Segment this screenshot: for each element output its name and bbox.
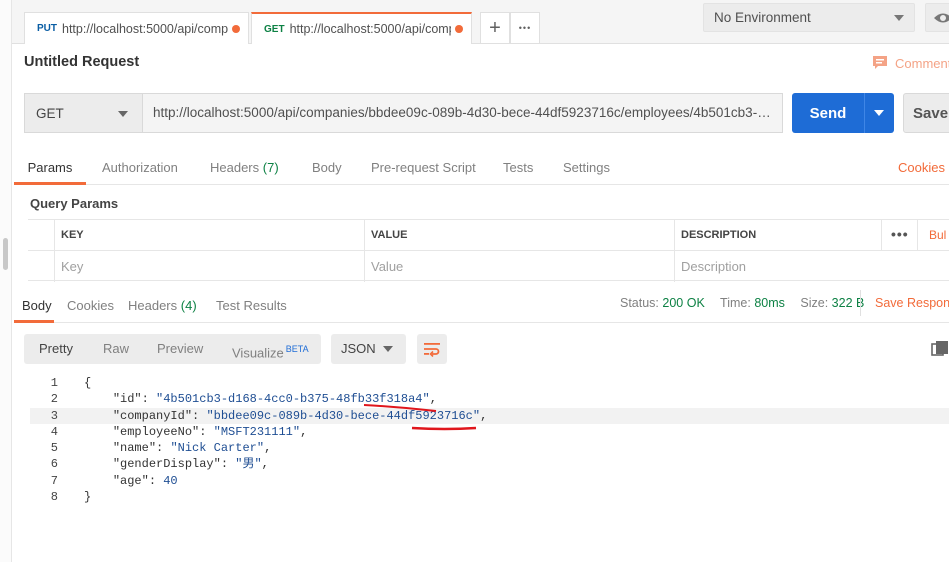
annotation-underline <box>363 404 437 412</box>
annotation-underline <box>411 426 477 431</box>
annotation-overlay <box>363 404 477 431</box>
